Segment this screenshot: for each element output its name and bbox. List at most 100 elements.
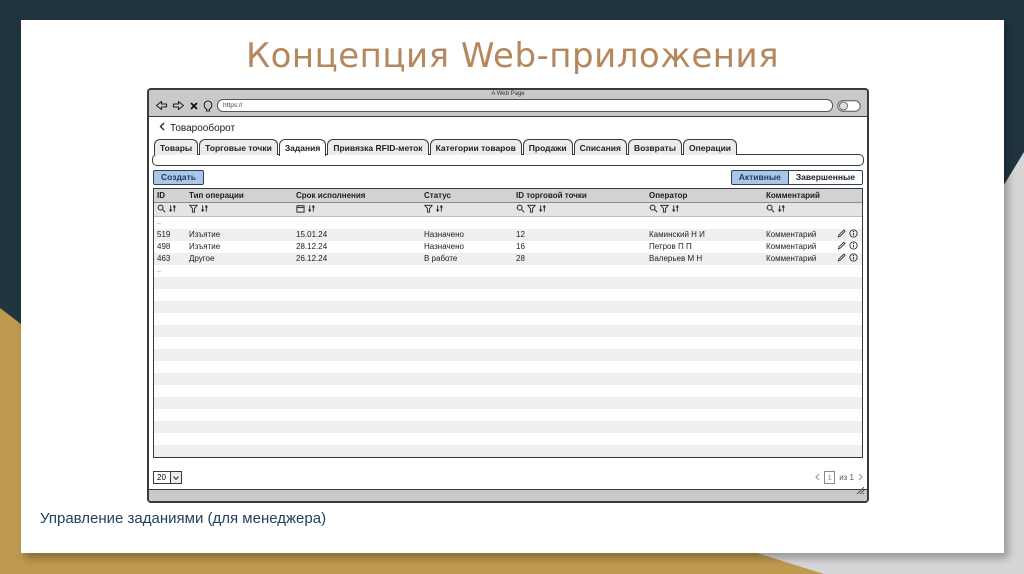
chevron-down-icon[interactable] <box>171 471 182 484</box>
slide-title: Концепция Web-приложения <box>245 36 780 76</box>
browser-window-title: A Web Page <box>491 91 525 97</box>
create-button[interactable]: Создать <box>153 169 204 185</box>
sort-icon[interactable] <box>168 204 177 215</box>
column-header-operator[interactable]: Оператор <box>646 191 763 200</box>
cell-id: 463 <box>157 254 171 263</box>
filter-icon[interactable] <box>659 204 670 215</box>
back-arrow-icon[interactable] <box>155 100 168 111</box>
column-header-status[interactable]: Статус <box>421 191 513 200</box>
calendar-icon[interactable] <box>296 204 305 215</box>
column-header-due-date[interactable]: Срок исполнения <box>293 191 421 200</box>
breadcrumb-label: Товарооборот <box>170 122 236 134</box>
table-empty-row <box>154 300 862 313</box>
table-row[interactable]: 519 Изъятие 15.01.24 Назначено 12 Каминс… <box>154 228 862 241</box>
cell-operator: Валерьев М Н <box>649 254 703 263</box>
current-page-input[interactable]: 1 <box>824 471 836 484</box>
tab-goods[interactable]: Товары <box>154 139 199 155</box>
cell-due-date: 15.01.24 <box>296 230 328 239</box>
table-ellipsis-row: .. <box>157 267 161 274</box>
sort-icon[interactable] <box>538 204 547 215</box>
completed-filter-button[interactable]: Завершенные <box>787 169 863 185</box>
search-icon[interactable] <box>649 204 658 215</box>
filter-icon[interactable] <box>526 204 537 215</box>
tab-strip-bar <box>152 153 864 166</box>
info-icon[interactable] <box>849 241 858 252</box>
cell-comment: Комментарий <box>766 230 817 239</box>
table-empty-row <box>154 289 862 301</box>
forward-arrow-icon[interactable] <box>172 100 185 111</box>
url-input[interactable]: https:// <box>217 99 833 112</box>
slide-card: Концепция Web-приложения A Web Page http… <box>21 20 1004 553</box>
table-row[interactable]: 498 Изъятие 28.12.24 Назначено 16 Петров… <box>154 241 862 253</box>
url-text: https:// <box>223 102 243 109</box>
tab-outlets[interactable]: Торговые точки <box>199 139 278 155</box>
cell-comment: Комментарий <box>766 254 817 263</box>
edit-pencil-icon[interactable] <box>837 253 846 264</box>
sort-icon[interactable] <box>671 204 680 215</box>
cell-status: В работе <box>424 254 458 263</box>
table-empty-row <box>154 313 862 325</box>
table-row[interactable]: 463 Другое 26.12.24 В работе 28 Валерьев… <box>154 252 862 265</box>
column-header-operation-type[interactable]: Тип операции <box>186 191 293 200</box>
page-size-select[interactable]: 20 <box>153 471 182 484</box>
table-empty-row <box>154 409 862 421</box>
cell-status: Назначено <box>424 230 464 239</box>
status-bar <box>149 486 867 501</box>
sort-icon[interactable] <box>307 204 316 215</box>
toolbar: Создать Активные Завершенные <box>153 169 863 185</box>
cell-due-date: 28.12.24 <box>296 242 328 251</box>
cell-operation-type: Другое <box>189 254 215 263</box>
column-header-outlet-id[interactable]: ID торговой точки <box>513 191 646 200</box>
table-empty-row <box>154 337 862 349</box>
browser-capsule-icon <box>837 99 861 112</box>
table-empty-row <box>154 420 862 433</box>
edit-pencil-icon[interactable] <box>837 229 846 240</box>
table-empty-row <box>154 433 862 445</box>
breadcrumb-back-link[interactable]: Товарооборот <box>159 122 864 134</box>
chevron-left-icon <box>159 122 165 134</box>
page-content: Товарооборот Товары Торговые точки Задан… <box>149 117 867 489</box>
stop-x-icon[interactable] <box>189 101 199 111</box>
filter-icon[interactable] <box>423 204 434 215</box>
resize-grip-icon[interactable] <box>855 482 865 500</box>
cell-operation-type: Изъятие <box>189 242 221 251</box>
table-header-row: ID Тип операции Срок исполнения Статус I… <box>154 188 862 203</box>
table-empty-row <box>154 396 862 409</box>
table-filter-row <box>154 202 862 217</box>
sort-icon[interactable] <box>777 204 786 215</box>
browser-window-mockup: A Web Page https:// Товарооборот Товары … <box>147 88 869 503</box>
next-page-icon[interactable] <box>858 473 863 483</box>
search-icon[interactable] <box>766 204 775 215</box>
tab-sales[interactable]: Продажи <box>522 139 573 155</box>
active-filter-button[interactable]: Активные <box>730 169 788 185</box>
filter-icon[interactable] <box>188 204 199 215</box>
column-header-id[interactable]: ID <box>154 191 186 200</box>
cell-id: 519 <box>157 230 171 239</box>
home-balloon-icon[interactable] <box>203 99 213 112</box>
cell-status: Назначено <box>424 242 464 251</box>
cell-outlet-id: 16 <box>516 242 525 251</box>
cell-outlet-id: 12 <box>516 230 525 239</box>
tab-returns[interactable]: Возвраты <box>627 139 682 155</box>
sort-icon[interactable] <box>435 204 444 215</box>
table-empty-row <box>154 276 862 289</box>
edit-pencil-icon[interactable] <box>837 241 846 252</box>
info-icon[interactable] <box>849 253 858 264</box>
page-of-label: из 1 <box>839 473 854 482</box>
info-icon[interactable] <box>849 229 858 240</box>
page-size-value: 20 <box>153 471 171 484</box>
column-header-comment[interactable]: Комментарий <box>763 191 826 200</box>
tab-operations[interactable]: Операции <box>682 139 738 155</box>
tab-tasks[interactable]: Задания <box>278 139 327 156</box>
cell-operator: Каминский Н И <box>649 230 705 239</box>
tab-writeoffs[interactable]: Списания <box>573 139 627 155</box>
tab-categories[interactable]: Категории товаров <box>429 139 522 155</box>
prev-page-icon[interactable] <box>815 473 820 483</box>
sort-icon[interactable] <box>200 204 209 215</box>
cell-id: 498 <box>157 242 171 251</box>
search-icon[interactable] <box>157 204 166 215</box>
tab-rfid-binding[interactable]: Привязка RFID-меток <box>327 139 429 155</box>
cell-operation-type: Изъятие <box>189 230 221 239</box>
pagination-bar: 20 1 из 1 <box>153 471 863 484</box>
search-icon[interactable] <box>516 204 525 215</box>
